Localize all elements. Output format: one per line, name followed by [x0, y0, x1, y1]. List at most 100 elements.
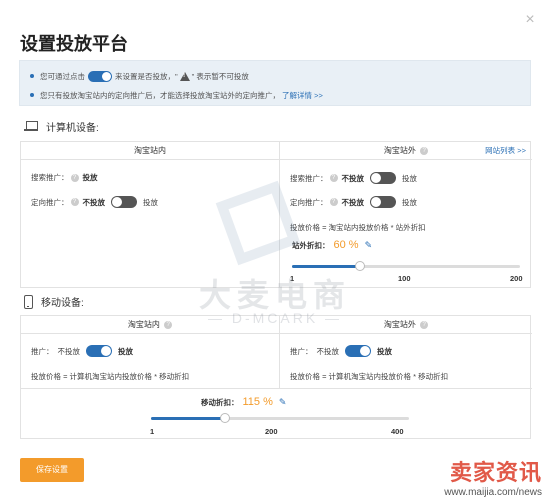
mobile-inside-promo-row: 推广： 不投放 投放: [31, 345, 133, 357]
mobile-discount-value: 115 %: [242, 396, 273, 408]
mobile-outside-promo-row: 推广： 不投放 投放: [290, 345, 392, 357]
notice-text-after: " 表示暂不可投放: [191, 71, 249, 81]
computer-inside-targeted-toggle[interactable]: [111, 196, 137, 208]
close-icon[interactable]: ×: [524, 12, 536, 28]
pencil-icon[interactable]: ✎: [279, 397, 287, 408]
promo-off-label: 不投放: [57, 346, 81, 356]
slider-thumb[interactable]: [219, 413, 230, 423]
targeted-off-label: 不投放: [82, 197, 106, 207]
search-status: 投放: [82, 173, 98, 182]
slider-fill: [292, 265, 360, 268]
mobile-outside-header: 淘宝站外 ?: [280, 316, 532, 334]
corner-watermark-cn: 卖家资讯: [449, 460, 542, 485]
mobile-inside-promo-toggle[interactable]: [86, 345, 112, 357]
promo-label: 推广：: [290, 346, 313, 356]
computer-inside-col: 淘宝站内 搜索推广： ? 投放 定向推广： ? 不投放 投放: [21, 142, 279, 287]
corner-watermark-url: www.maijia.com/news: [444, 487, 542, 498]
mobile-discount-row: 移动折扣： 115 % ✎: [201, 396, 286, 408]
promo-on-label: 投放: [118, 346, 133, 356]
computer-inside-header-label: 淘宝站内: [134, 146, 166, 155]
search-off-label: 不投放: [341, 173, 365, 183]
bullet-icon: [30, 93, 34, 97]
question-icon[interactable]: ?: [329, 174, 338, 182]
notice-line-1: 您可通过点击 来设置是否投放，" " 表示暂不可投放: [30, 69, 520, 83]
learn-more-link[interactable]: 了解详情 >>: [282, 90, 323, 101]
slider-thumb[interactable]: [354, 261, 365, 271]
mobile-inside-header: 淘宝站内 ?: [21, 316, 279, 334]
mobile-outside-col: 淘宝站外 ? 推广： 不投放 投放 投放价格 = 计算机淘宝站内投放价格 * 移…: [279, 316, 532, 389]
mobile-outside-promo-toggle[interactable]: [345, 345, 371, 357]
question-icon[interactable]: ?: [70, 198, 79, 206]
notice-text-before: 您可通过点击: [40, 71, 85, 81]
computer-outside-price-formula: 投放价格 = 淘宝站内投放价格 * 站外折扣: [290, 222, 426, 233]
mobile-inside-price-formula: 投放价格 = 计算机淘宝站内投放价格 * 移动折扣: [31, 371, 189, 382]
corner-watermark: 卖家资讯 www.maijia.com/news: [444, 455, 542, 498]
targeted-on-label: 投放: [143, 197, 158, 207]
computer-inside-search-row: 搜索推广： ? 投放: [31, 172, 104, 183]
mobile-inside-col: 淘宝站内 ? 推广： 不投放 投放 投放价格 = 计算机淘宝站内投放价格 * 移…: [21, 316, 279, 389]
computer-outside-targeted-row: 定向推广： ? 不投放 投放: [290, 196, 417, 208]
outside-discount-row: 站外折扣： 60 % ✎: [292, 239, 372, 251]
save-button[interactable]: 保存设置: [20, 458, 84, 482]
sample-toggle: [88, 70, 112, 82]
mobile-inside-header-label: 淘宝站内: [127, 320, 160, 329]
site-list-link[interactable]: 网站列表 >>: [485, 142, 526, 160]
question-icon[interactable]: ?: [70, 173, 79, 182]
notice-box: 您可通过点击 来设置是否投放，" " 表示暂不可投放 您只有投放淘宝站内的定向推…: [19, 60, 531, 106]
computer-heading-label: 计算机设备:: [46, 123, 99, 134]
outside-discount-label: 站外折扣：: [292, 240, 330, 250]
computer-outside-search-toggle[interactable]: [370, 172, 396, 184]
promo-label: 推广：: [31, 346, 54, 356]
slider-fill: [151, 417, 225, 420]
notice-text-2: 您只有投放淘宝站内的定向推广后，才能选择投放淘宝站外的定向推广，: [40, 90, 280, 100]
warning-icon: [179, 71, 190, 81]
mobile-discount-label: 移动折扣：: [201, 397, 239, 407]
computer-outside-targeted-toggle[interactable]: [370, 196, 396, 208]
mobile-outside-price-formula: 投放价格 = 计算机淘宝站内投放价格 * 移动折扣: [290, 371, 448, 382]
notice-text-mid: 来设置是否投放，": [115, 71, 178, 81]
phone-icon: [24, 294, 33, 309]
laptop-icon: [24, 121, 38, 132]
computer-heading: 计算机设备:: [24, 119, 99, 134]
computer-inside-targeted-row: 定向推广： ? 不投放 投放: [31, 196, 158, 208]
search-label: 搜索推广：: [290, 173, 328, 183]
slider-max-label: 200: [510, 274, 523, 283]
computer-outside-header: 淘宝站外 ? 网站列表 >>: [280, 142, 532, 160]
search-label: 搜索推广：: [31, 173, 69, 182]
mobile-outside-header-label: 淘宝站外: [383, 320, 416, 329]
question-icon[interactable]: ?: [420, 146, 429, 155]
computer-outside-search-row: 搜索推广： ? 不投放 投放: [290, 172, 417, 184]
computer-outside-header-label: 淘宝站外: [383, 146, 416, 155]
computer-outside-col: 淘宝站外 ? 网站列表 >> 搜索推广： ? 不投放 投放 定向推广： ? 不投…: [279, 142, 532, 287]
mobile-heading-label: 移动设备:: [41, 298, 84, 309]
promo-on-label: 投放: [377, 346, 392, 356]
bullet-icon: [30, 74, 34, 78]
slider-mid-label: 200: [265, 427, 278, 436]
computer-inside-header: 淘宝站内: [21, 142, 279, 160]
targeted-off-label: 不投放: [341, 197, 365, 207]
mobile-discount-slider[interactable]: [151, 413, 409, 423]
notice-line-2: 您只有投放淘宝站内的定向推广后，才能选择投放淘宝站外的定向推广， 了解详情 >>: [30, 88, 520, 102]
mobile-heading: 移动设备:: [24, 294, 84, 309]
promo-off-label: 不投放: [316, 346, 340, 356]
slider-min-label: 1: [150, 427, 155, 436]
outside-discount-slider[interactable]: [292, 261, 520, 271]
pencil-icon[interactable]: ✎: [365, 240, 373, 251]
slider-min-label: 1: [290, 274, 295, 283]
outside-discount-value: 60 %: [333, 239, 359, 251]
search-on-label: 投放: [402, 173, 417, 183]
slider-mid-label: 100: [398, 274, 411, 283]
slider-max-label: 400: [391, 427, 404, 436]
targeted-label: 定向推广：: [290, 197, 328, 207]
question-icon[interactable]: ?: [329, 198, 338, 206]
mobile-panel: 淘宝站内 ? 推广： 不投放 投放 投放价格 = 计算机淘宝站内投放价格 * 移…: [20, 315, 532, 439]
targeted-label: 定向推广：: [31, 197, 69, 207]
price-formula-text: 投放价格 = 计算机淘宝站内投放价格 * 移动折扣: [31, 372, 190, 381]
question-icon[interactable]: ?: [164, 320, 173, 329]
question-icon[interactable]: ?: [420, 320, 429, 329]
price-formula-text: 投放价格 = 淘宝站内投放价格 * 站外折扣: [290, 223, 426, 232]
price-formula-text: 投放价格 = 计算机淘宝站内投放价格 * 移动折扣: [290, 372, 449, 381]
dialog-title: 设置投放平台: [20, 34, 128, 54]
computer-panel: 淘宝站内 搜索推广： ? 投放 定向推广： ? 不投放 投放 淘宝站外 ? 网站…: [20, 141, 532, 288]
targeted-on-label: 投放: [402, 197, 417, 207]
